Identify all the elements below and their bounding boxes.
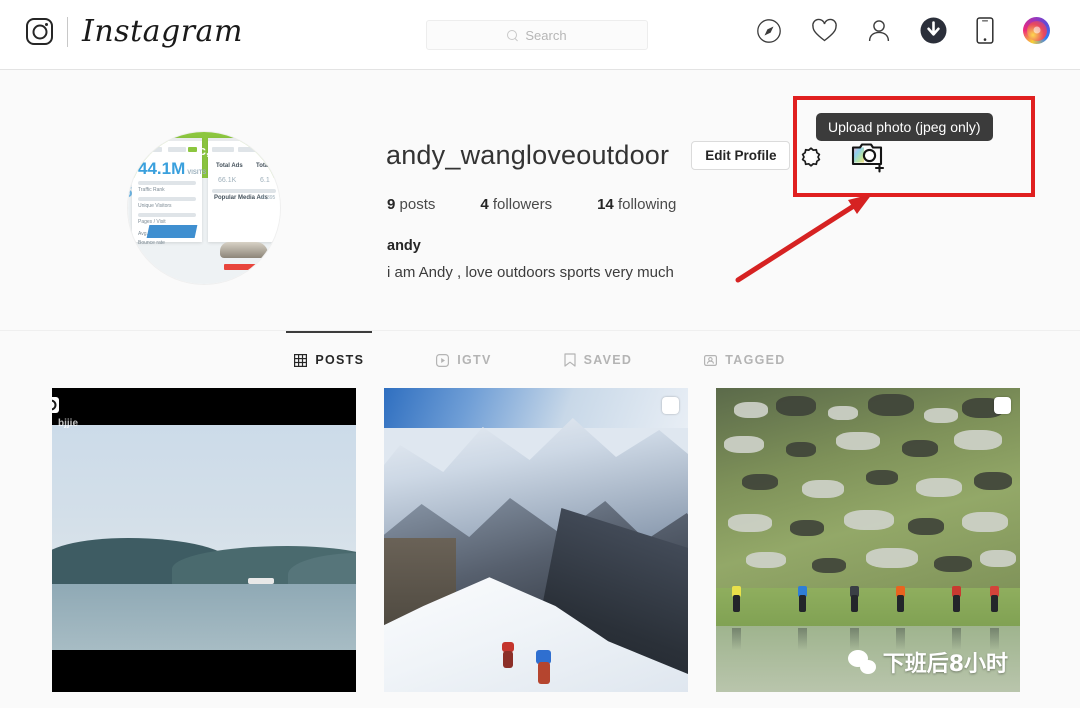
- avatar-card-left: 44.1M VISITS Traffic Rank Unique Visitors…: [132, 138, 206, 246]
- page-title: andy_wangloveoutdoor: [386, 140, 670, 170]
- thumb3-hiker: [952, 586, 961, 612]
- thumb2-climber-blue: [536, 650, 551, 684]
- phone-icon[interactable]: [976, 17, 994, 44]
- multi-photo-icon: [994, 397, 1011, 414]
- avatar-big-number: 44.1M VISITS: [138, 159, 207, 178]
- tab-tagged-label: TAGGED: [725, 353, 786, 367]
- edit-profile-button[interactable]: Edit Profile: [691, 141, 791, 170]
- thumb1-letterbox-bottom: [52, 650, 356, 692]
- red-arrow-pointer: [735, 194, 872, 283]
- stat-posts[interactable]: 9 posts: [387, 196, 435, 213]
- post-thumbnail-snow-mountain[interactable]: [384, 388, 688, 692]
- upload-tooltip: Upload photo (jpeg only): [816, 113, 993, 141]
- annotation-highlight-box: [793, 96, 1035, 197]
- thumb2-climber-red: [502, 642, 514, 668]
- thumb3-hiker: [850, 586, 859, 612]
- search-input[interactable]: Search: [426, 20, 648, 50]
- grid-icon: [294, 353, 308, 367]
- stat-following[interactable]: 14 following: [597, 196, 676, 213]
- avatar-blue-shape: [146, 225, 198, 238]
- instagram-camera-icon: [26, 18, 53, 45]
- profile-tabs: POSTS IGTV SAVED TAGGED: [0, 330, 1080, 381]
- thumb3-meadow: [716, 588, 1020, 630]
- thumb3-rocks: [716, 388, 1020, 596]
- thumb1-water: [52, 584, 356, 650]
- tab-posts[interactable]: POSTS: [286, 331, 373, 381]
- avatar-card-right: Total Ads Total P 66.1K 6.1 Popular Medi…: [208, 138, 280, 242]
- post-thumbnail-video-lake[interactable]: bjjie: [52, 388, 356, 692]
- tab-igtv-label: IGTV: [457, 353, 492, 367]
- thumb3-hiker: [732, 586, 741, 612]
- user-avatar[interactable]: [1023, 17, 1050, 44]
- post-grid: bjjie 下班后8小时: [52, 388, 1020, 692]
- thumb3-hiker: [896, 586, 905, 612]
- nav-icon-group: [756, 17, 1050, 44]
- avatar-image: [1026, 20, 1047, 41]
- instagram-wordmark: Instagram: [82, 14, 243, 49]
- search-icon: [507, 29, 518, 41]
- tab-saved-label: SAVED: [583, 353, 633, 367]
- thumb3-hiker: [990, 586, 999, 612]
- heart-icon[interactable]: [811, 18, 838, 43]
- thumb1-letterbox-top: [52, 388, 356, 425]
- post-thumbnail-green-hikers[interactable]: 下班后8小时: [716, 388, 1020, 692]
- thumb2-sky: [384, 388, 688, 428]
- tab-posts-label: POSTS: [315, 353, 365, 367]
- person-icon[interactable]: [867, 18, 891, 43]
- tab-tagged[interactable]: TAGGED: [702, 331, 787, 381]
- bookmark-icon: [564, 353, 576, 367]
- explore-compass-icon[interactable]: [756, 18, 782, 44]
- wechat-icon: [847, 650, 876, 674]
- brand-logo[interactable]: Instagram: [26, 14, 243, 49]
- tag-person-icon: [704, 354, 718, 367]
- username-row: andy_wangloveoutdoor Edit Profile: [386, 140, 791, 171]
- thumb3-reflection: [798, 628, 807, 650]
- stat-followers[interactable]: 4 followers: [480, 196, 552, 213]
- avatar-product-image: [220, 242, 268, 258]
- logo-divider: [67, 16, 68, 47]
- profile-bio: i am Andy , love outdoors sports very mu…: [387, 264, 674, 281]
- profile-stats: 9 posts 4 followers 14 following: [387, 196, 676, 213]
- thumb3-reflection: [732, 628, 741, 650]
- tab-saved[interactable]: SAVED: [562, 331, 635, 381]
- thumb1-boat: [248, 578, 274, 584]
- camera-plus-icon[interactable]: [851, 141, 891, 173]
- gear-spinner-icon[interactable]: [799, 145, 823, 169]
- thumb1-watermark: bjjie: [58, 418, 79, 429]
- thumb3-watermark: 下班后8小时: [847, 646, 1008, 678]
- igtv-icon: [436, 353, 450, 367]
- thumb3-hiker: [798, 586, 807, 612]
- avatar-red-bar: [224, 264, 264, 270]
- thumb3-watermark-text: 下班后8小时: [882, 652, 1008, 677]
- profile-full-name: andy: [387, 238, 421, 254]
- search-placeholder: Search: [525, 27, 567, 43]
- download-circle-icon[interactable]: [920, 17, 947, 44]
- multi-photo-icon: [662, 397, 679, 414]
- top-navigation-bar: Instagram Search: [0, 0, 1080, 70]
- profile-avatar[interactable]: nks, Traffic, Displa 5M 44.1MVISITS Traf…: [128, 132, 280, 284]
- tab-igtv[interactable]: IGTV: [434, 331, 493, 381]
